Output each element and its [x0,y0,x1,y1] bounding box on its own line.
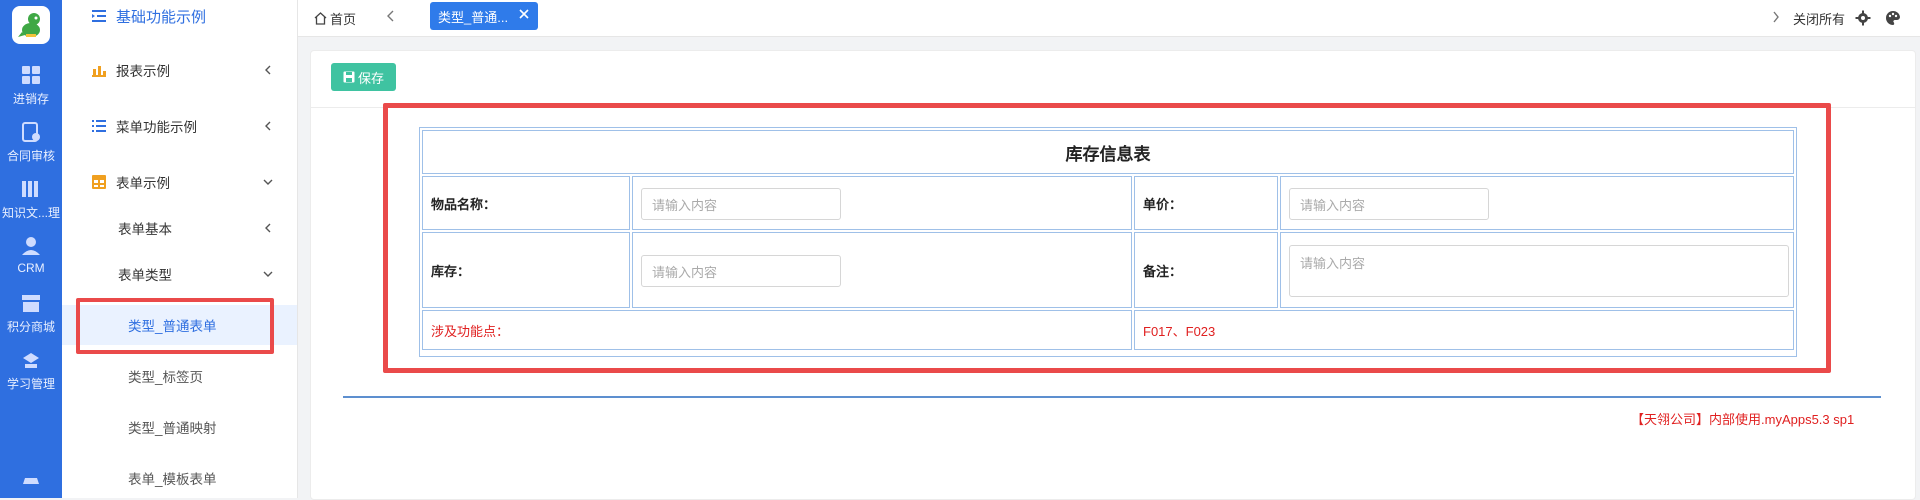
rail-item-study[interactable]: 学习管理 [0,349,62,392]
grid-icon [22,66,40,84]
close-icon[interactable] [518,8,530,20]
table-icon [92,175,106,189]
rail-label: 积分商城 [6,320,55,334]
content-card: 保存 库存信息表 物品名称： 请输入内容 单价： 请输入内容 库存： 请输入内容… [310,50,1916,500]
sidebar-item-form-basic[interactable]: 表单基本 [62,208,297,248]
palette-icon[interactable] [1885,10,1901,26]
sidebar-item-form[interactable]: 表单示例 [62,162,297,202]
name-label: 物品名称： [422,176,630,230]
sidebar-item-label: 表单类型 [118,268,172,283]
price-label: 单价： [1134,176,1278,230]
feature-label: 涉及功能点： [422,310,1132,350]
tab-home-label: 首页 [330,12,357,27]
rail-label: 合同审核 [6,149,55,163]
rail-item-jinxiaocun[interactable]: 进销存 [0,64,62,107]
remark-label: 备注： [1134,232,1278,308]
sidebar-item-label: 表单示例 [116,176,170,191]
save-icon [343,71,355,83]
chevron-left-icon [265,65,271,75]
dinosaur-logo-icon [18,13,40,37]
app-logo[interactable] [12,6,50,44]
rail-item-contract[interactable]: 合同审核 [0,121,62,164]
feature-value: F017、F023 [1134,310,1794,350]
sidebar-item-label: 类型_普通映射 [128,421,217,436]
remark-cell: 请输入内容 [1280,232,1794,308]
tab-label: 类型_普通... [438,9,509,25]
chevron-left-icon [265,121,271,131]
remark-textarea[interactable]: 请输入内容 [1289,245,1789,297]
store-icon [22,295,40,312]
price-input[interactable]: 请输入内容 [1289,188,1489,220]
tab-scroll-right-icon[interactable] [1772,11,1780,23]
sidebar-item-normal-mapping[interactable]: 类型_普通映射 [62,407,297,447]
tab-normal-form[interactable]: 类型_普通... [430,2,538,30]
sidebar-item-tab-page[interactable]: 类型_标签页 [62,356,297,396]
sidebar-item-label: 表单_模板表单 [128,472,217,487]
rail-item-store[interactable]: 积分商城 [0,292,62,335]
books-icon [22,181,38,197]
study-icon [23,353,39,368]
rail-item-knowledge[interactable]: 知识文...理 [0,178,62,221]
sidebar-title-label: 基础功能示例 [116,8,207,26]
rail-label: 知识文...理 [1,206,60,220]
sidebar-item-label: 类型_标签页 [128,370,204,385]
home-icon [314,12,327,25]
app-rail: 进销存 合同审核 知识文...理 CRM 积分商城 学习管理 [0,0,62,498]
sidebar-menu: 基础功能示例 报表示例 菜单功能示例 表单示例 表单基本 表单类型 类型_普通表… [62,0,298,498]
tab-home[interactable]: 首页 [314,9,356,28]
name-cell: 请输入内容 [632,176,1132,230]
sidebar-item-menu[interactable]: 菜单功能示例 [62,106,297,146]
chevron-down-icon [263,179,273,185]
gear-icon[interactable] [1855,10,1871,26]
rail-item-crm[interactable]: CRM [0,235,62,275]
inventory-form-table: 库存信息表 物品名称： 请输入内容 单价： 请输入内容 库存： 请输入内容 备注… [419,127,1797,357]
sidebar-item-label: 表单基本 [118,222,172,237]
stock-input[interactable]: 请输入内容 [641,255,841,287]
chevron-left-icon [265,223,271,233]
sidebar-item-label: 菜单功能示例 [116,120,197,135]
sidebar-item-form-type[interactable]: 表单类型 [62,254,297,294]
list-icon [92,120,106,132]
sidebar-item-report[interactable]: 报表示例 [62,50,297,90]
sidebar-highlight-box [76,298,274,354]
sidebar-title[interactable]: 基础功能示例 [62,0,297,36]
chevron-down-icon [263,271,273,277]
save-button-label: 保存 [357,70,384,86]
form-title: 库存信息表 [422,130,1794,174]
stock-cell: 请输入内容 [632,232,1132,308]
name-input[interactable]: 请输入内容 [641,188,841,220]
rail-label: 学习管理 [6,377,55,391]
tab-bar: 首页 类型_普通... 关闭所有 [298,0,1920,37]
footer-divider [343,396,1881,398]
sidebar-item-label: 报表示例 [116,64,170,79]
contract-icon [22,122,40,142]
tab-scroll-left-icon[interactable] [386,10,396,22]
price-cell: 请输入内容 [1280,176,1794,230]
footer-copyright: 【天翎公司】内部使用.myApps5.3 sp1 [1631,412,1855,427]
menu-fold-icon [92,10,106,22]
rail-label: 进销存 [12,92,49,106]
user-icon [22,237,40,255]
rail-item-more[interactable] [0,470,62,496]
stock-label: 库存： [422,232,630,308]
car-icon [23,478,39,484]
chart-icon [92,66,106,77]
rail-label: CRM [17,261,45,275]
close-all-button[interactable]: 关闭所有 [1793,9,1845,28]
sidebar-item-template-form[interactable]: 表单_模板表单 [62,458,297,498]
save-button[interactable]: 保存 [331,63,396,91]
